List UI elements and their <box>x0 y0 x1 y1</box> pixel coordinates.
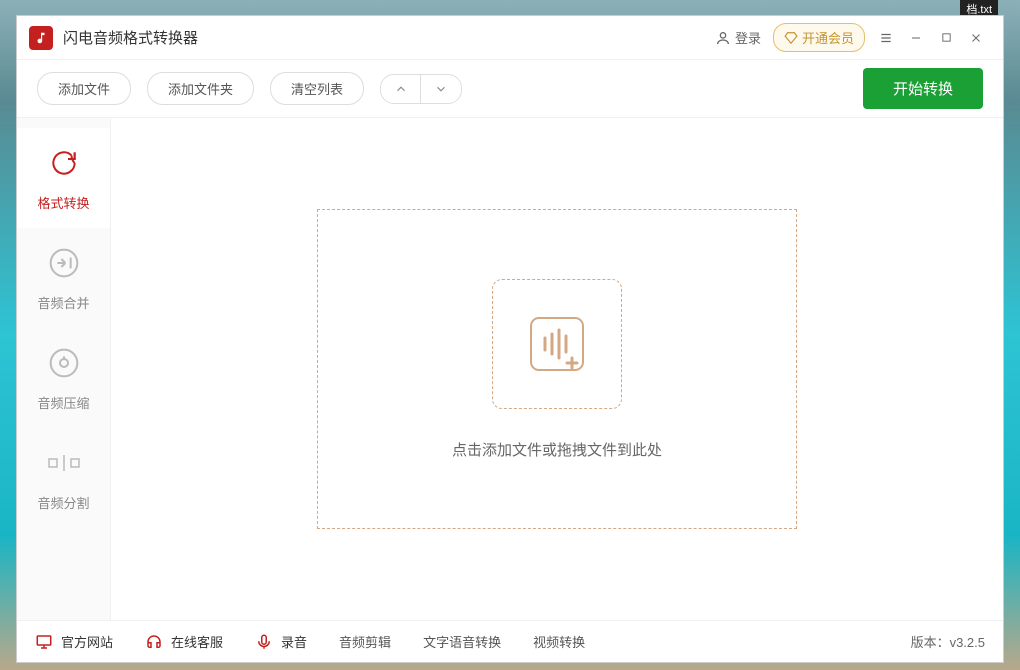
close-icon <box>970 32 982 44</box>
add-folder-button[interactable]: 添加文件夹 <box>147 72 254 105</box>
main-area: 点击添加文件或拖拽文件到此处 <box>111 118 1003 620</box>
compress-icon <box>46 345 82 381</box>
app-title: 闪电音频格式转换器 <box>63 27 709 48</box>
vip-button[interactable]: 开通会员 <box>773 23 865 52</box>
login-button[interactable]: 登录 <box>709 24 767 51</box>
footer-link-label: 视频转换 <box>533 632 585 651</box>
footer-link-label: 文字语音转换 <box>423 632 501 651</box>
sidebar-item-label: 音频合并 <box>37 293 89 312</box>
footer-tts[interactable]: 文字语音转换 <box>423 632 501 651</box>
sidebar-item-label: 音频分割 <box>37 493 89 512</box>
footer-link-label: 音频剪辑 <box>339 632 391 651</box>
minimize-icon <box>910 32 922 44</box>
close-button[interactable] <box>961 23 991 53</box>
sidebar-item-audio-merge[interactable]: 音频合并 <box>17 228 110 328</box>
dropzone-icon-box <box>492 279 622 409</box>
mic-icon <box>255 633 273 651</box>
menu-icon <box>879 31 893 45</box>
sidebar-item-label: 格式转换 <box>37 193 89 212</box>
maximize-button[interactable] <box>931 23 961 53</box>
sidebar-item-format-convert[interactable]: 格式转换 <box>17 128 110 228</box>
minimize-button[interactable] <box>901 23 931 53</box>
footer-audio-cut[interactable]: 音频剪辑 <box>339 632 391 651</box>
chevron-up-icon <box>394 82 408 96</box>
menu-button[interactable] <box>871 23 901 53</box>
chevron-down-icon <box>434 82 448 96</box>
start-convert-button[interactable]: 开始转换 <box>863 68 983 109</box>
footer-link-label: 录音 <box>281 632 307 651</box>
sidebar-item-audio-compress[interactable]: 音频压缩 <box>17 328 110 428</box>
footer-link-label: 在线客服 <box>171 632 223 651</box>
reorder-group <box>380 74 462 104</box>
clear-list-button[interactable]: 清空列表 <box>270 72 364 105</box>
headset-icon <box>145 633 163 651</box>
vip-label: 开通会员 <box>802 28 854 47</box>
move-down-button[interactable] <box>421 75 461 103</box>
dropzone[interactable]: 点击添加文件或拖拽文件到此处 <box>317 209 797 529</box>
footer-support[interactable]: 在线客服 <box>145 632 223 651</box>
footer-record[interactable]: 录音 <box>255 632 307 651</box>
maximize-icon <box>941 32 952 43</box>
diamond-icon <box>784 31 798 45</box>
login-label: 登录 <box>735 28 761 47</box>
app-window: 闪电音频格式转换器 登录 开通会员 <box>16 15 1004 663</box>
sidebar: 格式转换 音频合并 音频压缩 音频分割 <box>17 118 111 620</box>
monitor-icon <box>35 633 53 651</box>
app-logo-icon <box>29 26 53 50</box>
titlebar: 闪电音频格式转换器 登录 开通会员 <box>17 16 1003 60</box>
toolbar: 添加文件 添加文件夹 清空列表 开始转换 <box>17 60 1003 118</box>
footer-official-site[interactable]: 官方网站 <box>35 632 113 651</box>
move-up-button[interactable] <box>381 75 421 103</box>
sidebar-item-audio-split[interactable]: 音频分割 <box>17 428 110 528</box>
split-icon <box>46 445 82 481</box>
footer: 官方网站 在线客服 录音 音频剪辑 文字语音转换 视频转换 版本：v3.2.5 <box>17 620 1003 662</box>
merge-icon <box>46 245 82 281</box>
version-text: 版本：v3.2.5 <box>911 632 985 651</box>
footer-link-label: 官方网站 <box>61 632 113 651</box>
footer-video-convert[interactable]: 视频转换 <box>533 632 585 651</box>
audio-add-icon <box>525 312 589 376</box>
dropzone-hint: 点击添加文件或拖拽文件到此处 <box>452 439 662 460</box>
sidebar-item-label: 音频压缩 <box>37 393 89 412</box>
user-icon <box>715 30 731 46</box>
refresh-icon <box>46 145 82 181</box>
add-file-button[interactable]: 添加文件 <box>37 72 131 105</box>
